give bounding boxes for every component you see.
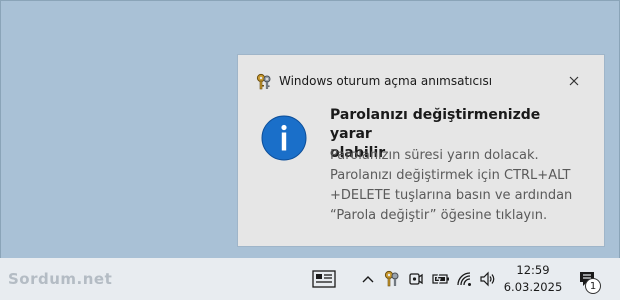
clock[interactable]: 12:59 6.03.2025 bbox=[503, 262, 563, 296]
keys-icon[interactable] bbox=[381, 258, 403, 300]
meet-now-icon[interactable] bbox=[405, 258, 427, 300]
toast-message-line: “Parola değiştir” öğesine tıklayın. bbox=[330, 208, 548, 223]
toast-header: Windows oturum açma anımsatıcısı bbox=[238, 55, 604, 107]
info-icon bbox=[261, 115, 307, 161]
toast-message: Parolanızın süresi yarın dolacak. Parola… bbox=[330, 146, 590, 226]
news-icon[interactable] bbox=[310, 258, 338, 300]
battery-icon[interactable] bbox=[430, 258, 452, 300]
watermark: Sordum.net bbox=[8, 270, 113, 288]
taskbar: Sordum.net 12:59 6.03.2025 bbox=[0, 258, 620, 300]
clock-time: 12:59 bbox=[516, 263, 550, 277]
keys-icon bbox=[255, 73, 273, 91]
notification-count-badge: 1 bbox=[585, 278, 601, 294]
close-icon bbox=[569, 76, 579, 86]
chevron-up-icon[interactable] bbox=[358, 258, 378, 300]
toast-notification[interactable]: Windows oturum açma anımsatıcısı Parolan… bbox=[238, 55, 604, 246]
close-button[interactable] bbox=[564, 71, 584, 91]
toast-title-line: Parolanızı değiştirmenizde yarar bbox=[330, 107, 541, 142]
toast-message-line: +DELETE tuşlarına basın ve ardından bbox=[330, 188, 573, 203]
toast-message-line: Parolanızın süresi yarın dolacak. bbox=[330, 148, 539, 163]
clock-date: 6.03.2025 bbox=[503, 280, 563, 294]
volume-icon[interactable] bbox=[477, 258, 499, 300]
toast-message-line: Parolanızı değiştirmek için CTRL+ALT bbox=[330, 168, 571, 183]
wifi-icon[interactable] bbox=[454, 258, 476, 300]
toast-app-name: Windows oturum açma anımsatıcısı bbox=[279, 74, 493, 88]
